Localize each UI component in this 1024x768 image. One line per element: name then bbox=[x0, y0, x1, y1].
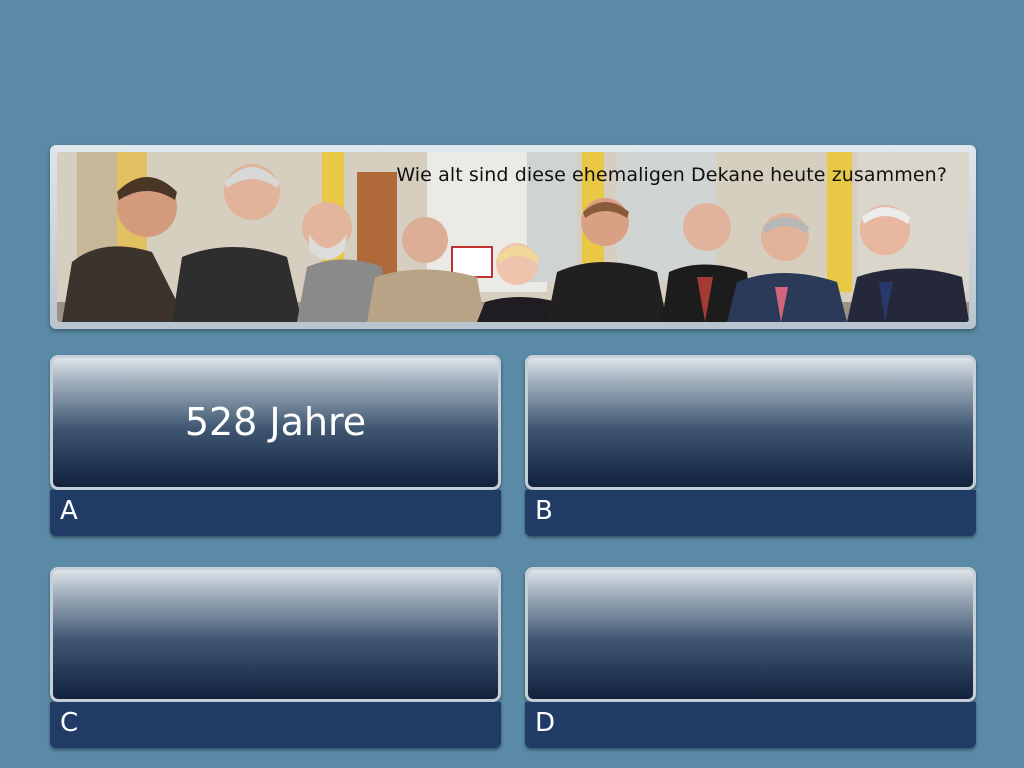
answer-text-d bbox=[525, 567, 976, 702]
answer-letter-a: A bbox=[60, 496, 78, 526]
answer-letter-c: C bbox=[60, 708, 79, 738]
answer-letter-b: B bbox=[535, 496, 553, 526]
answer-option-c[interactable]: C bbox=[50, 567, 501, 748]
group-photo: Wie alt sind diese ehemaligen Dekane heu… bbox=[57, 152, 969, 322]
question-text: Wie alt sind diese ehemaligen Dekane heu… bbox=[396, 164, 947, 186]
answer-letter-bar: B bbox=[525, 490, 976, 536]
answer-option-d[interactable]: D bbox=[525, 567, 976, 748]
answer-option-b[interactable]: B bbox=[525, 355, 976, 536]
answer-letter-d: D bbox=[535, 708, 556, 738]
quiz-slide: Wie alt sind diese ehemaligen Dekane heu… bbox=[0, 0, 1024, 768]
question-panel: Wie alt sind diese ehemaligen Dekane heu… bbox=[50, 145, 976, 329]
answer-option-a[interactable]: 528 Jahre A bbox=[50, 355, 501, 536]
answer-text-c bbox=[50, 567, 501, 702]
answer-letter-bar: A bbox=[50, 490, 501, 536]
answer-text-b bbox=[525, 355, 976, 490]
answer-letter-bar: C bbox=[50, 702, 501, 748]
answer-letter-bar: D bbox=[525, 702, 976, 748]
answer-text-a: 528 Jahre bbox=[184, 400, 367, 444]
